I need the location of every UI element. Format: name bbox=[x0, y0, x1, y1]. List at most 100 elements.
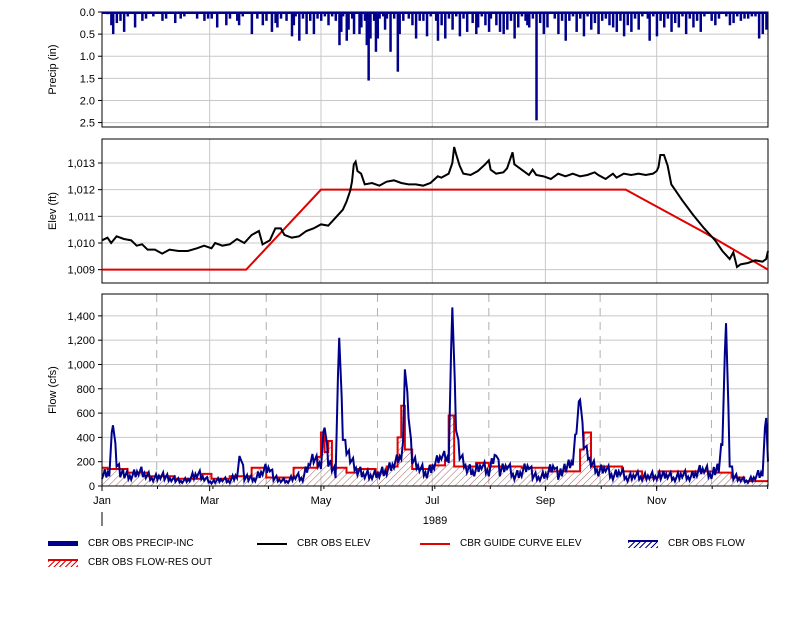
precip-bar bbox=[652, 12, 655, 17]
precip-bar bbox=[699, 12, 702, 32]
elev-tick-label: 1,013 bbox=[67, 158, 95, 170]
x-tick-label: Jul bbox=[425, 495, 439, 507]
precip-bar bbox=[203, 12, 206, 21]
precip-bar bbox=[276, 12, 279, 28]
precip-bar bbox=[568, 12, 571, 21]
precip-bar bbox=[557, 12, 560, 35]
precip-bar bbox=[425, 12, 429, 37]
precip-bar bbox=[681, 12, 684, 17]
precip-bar bbox=[487, 12, 491, 32]
x-tick-label: Nov bbox=[647, 495, 667, 507]
precip-bar bbox=[765, 12, 768, 30]
precip-tick-label: 2.5 bbox=[80, 118, 95, 130]
precip-bar bbox=[495, 12, 498, 26]
precip-bar bbox=[593, 12, 597, 24]
precip-bar bbox=[237, 12, 241, 26]
precip-bar bbox=[586, 12, 589, 17]
precip-bar bbox=[531, 12, 535, 19]
precip-bar bbox=[440, 12, 443, 26]
precip-bar bbox=[641, 12, 644, 17]
precip-bar bbox=[746, 12, 750, 19]
precip-bar bbox=[376, 12, 380, 39]
precip-bar bbox=[659, 12, 662, 21]
precip-bar bbox=[732, 12, 735, 24]
precip-bar bbox=[122, 12, 126, 32]
precip-bar bbox=[597, 12, 600, 35]
precip-bar bbox=[312, 12, 316, 35]
precip-bar bbox=[111, 12, 115, 35]
flow-frame bbox=[101, 293, 769, 487]
precip-bar bbox=[553, 12, 557, 19]
precip-bar bbox=[509, 12, 513, 21]
precip-bar bbox=[743, 12, 746, 19]
precip-bar bbox=[619, 12, 622, 21]
precip-bar bbox=[502, 12, 505, 35]
precip-bar bbox=[630, 12, 633, 32]
elev-tick-label: 1,011 bbox=[68, 211, 95, 223]
obs-elev-line bbox=[101, 146, 769, 269]
precip-bar bbox=[126, 12, 130, 17]
precip-bar bbox=[285, 12, 288, 21]
precip-bar bbox=[655, 12, 659, 37]
precip-bar bbox=[292, 12, 296, 26]
precip-tick-label: 1.5 bbox=[80, 73, 95, 85]
precip-bar bbox=[161, 12, 164, 21]
precip-bar bbox=[444, 12, 447, 39]
precip-bar bbox=[710, 12, 713, 21]
precip-bar bbox=[688, 12, 692, 19]
precip-bar bbox=[411, 12, 414, 26]
flow-panel: 0 200 400 600 800 1,000 1,200 1,400 Flow (cfs) bbox=[47, 293, 769, 493]
precip-bar bbox=[206, 12, 210, 19]
elev-tick-label: 1,010 bbox=[67, 238, 95, 250]
precip-bar bbox=[323, 12, 327, 17]
precip-bar bbox=[695, 12, 699, 21]
precip-bar bbox=[622, 12, 626, 37]
precip-bar bbox=[179, 12, 182, 19]
precip-bar bbox=[662, 12, 666, 28]
elev-frame bbox=[101, 138, 769, 284]
precip-bar bbox=[757, 12, 761, 39]
elev-tick-label: 1,009 bbox=[67, 265, 95, 277]
precip-bar bbox=[633, 12, 637, 19]
chart-canvas: 0.0 0.5 1.0 1.5 2.0 2.5 Precip (in) 1,009 1,010… bbox=[47, 7, 769, 527]
elev-tick-label: 1,012 bbox=[67, 185, 95, 197]
precip-bar bbox=[670, 12, 673, 32]
precip-bar bbox=[714, 12, 717, 26]
precip-bar bbox=[571, 12, 575, 17]
precip-tick-label: 2.0 bbox=[80, 95, 95, 107]
flow-ylabel: Flow (cfs) bbox=[47, 366, 59, 414]
precip-bar bbox=[407, 12, 411, 19]
flow-tick-label: 1,400 bbox=[67, 311, 95, 323]
precip-tick-label: 0.0 bbox=[80, 7, 95, 19]
precip-tick-label: 0.5 bbox=[80, 29, 95, 41]
precip-bar bbox=[352, 12, 356, 35]
precip-bar bbox=[484, 12, 487, 26]
precip-bar bbox=[383, 12, 387, 30]
flow-tick-label: 1,200 bbox=[67, 335, 95, 347]
flow-tick-label: 0 bbox=[89, 481, 95, 493]
precip-bar bbox=[330, 12, 334, 17]
precip-bar bbox=[725, 12, 728, 17]
precip-bar bbox=[141, 12, 144, 21]
precip-bar bbox=[327, 12, 330, 26]
precip-frame bbox=[101, 11, 769, 128]
precip-bar bbox=[334, 12, 338, 21]
precip-bar bbox=[270, 12, 274, 32]
precip-bar bbox=[739, 12, 743, 21]
x-tick-label: Mar bbox=[200, 495, 219, 507]
elev-panel: 1,009 1,010 1,011 1,012 1,013 Elev (ft) bbox=[47, 138, 769, 284]
precip-bar bbox=[418, 12, 421, 21]
precip-bar bbox=[520, 12, 524, 17]
precip-bar bbox=[429, 12, 432, 17]
precip-bar bbox=[392, 12, 396, 19]
precip-bar bbox=[436, 12, 440, 41]
precip-bar bbox=[261, 12, 265, 26]
precip-bar bbox=[360, 12, 363, 28]
precip-bar bbox=[517, 12, 520, 28]
x-tick-label: May bbox=[311, 495, 332, 507]
precip-bar bbox=[465, 12, 469, 32]
precip-bar bbox=[422, 12, 425, 21]
precip-bar bbox=[750, 12, 754, 17]
precip-bar bbox=[590, 12, 593, 30]
precip-bar bbox=[476, 12, 480, 28]
